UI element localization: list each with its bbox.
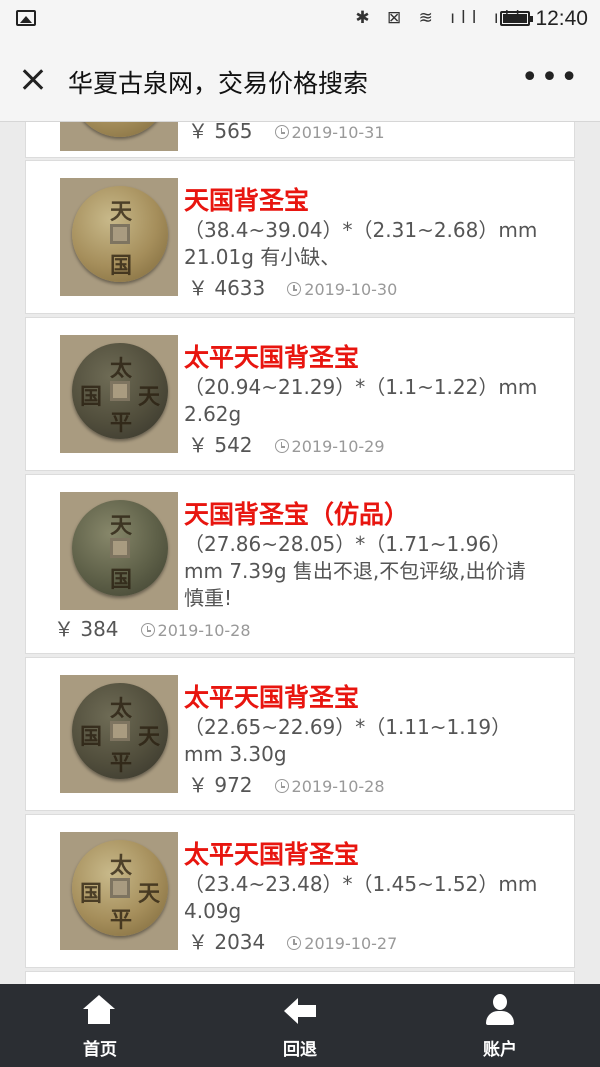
listing-card[interactable]: 太 天 平 国 太平天国背圣宝 （22.65~22.69）*（1.11~1.19… [25, 657, 575, 811]
listing-card[interactable]: 太 天 平 国 太平天国背圣宝 （23.4~23.48）*（1.45~1.52）… [25, 814, 575, 968]
nav-back-label: 回退 [283, 1040, 317, 1060]
listing-price: ￥ 4633 [188, 276, 266, 300]
listing-meta: ￥ 542 2019-10-29 [188, 429, 385, 458]
more-options-icon[interactable]: ••• [521, 60, 580, 95]
clock-icon [140, 623, 155, 637]
coin-thumbnail[interactable]: 太 天 平 国 [60, 335, 178, 453]
coin-thumbnail[interactable]: 天 国 [60, 178, 178, 296]
status-bar: ✱ ⊠ ≋ ıll ıll 12:40 [0, 0, 600, 38]
listing-date-wrap: 2019-10-30 [287, 280, 397, 299]
coin-thumbnail[interactable] [60, 122, 178, 151]
nav-account-button[interactable]: 账户 [400, 984, 600, 1067]
listing-meta: ￥ 565 2019-10-31 [188, 122, 385, 144]
listing-meta: ￥ 2034 2019-10-27 [188, 926, 397, 955]
listing-title[interactable]: 太平天国背圣宝 [184, 835, 359, 871]
listing-date-wrap: 2019-10-27 [287, 934, 397, 953]
listing-card[interactable]: 天 国 天国背圣宝 （38.4~39.04）*（2.31~2.68）mm 21.… [25, 160, 575, 314]
home-icon [83, 995, 115, 1025]
title-bar: 华夏古泉网，交易价格搜索 ••• [0, 38, 600, 122]
page-title: 华夏古泉网，交易价格搜索 [68, 69, 369, 98]
clock-icon [287, 936, 302, 950]
listing-date-wrap: 2019-10-28 [274, 777, 385, 796]
listing-price: ￥ 972 [188, 773, 253, 797]
listing-date: 2019-10-27 [304, 934, 398, 953]
listing-title[interactable]: 太平天国背圣宝 [184, 678, 359, 714]
nav-home-button[interactable]: 首页 [0, 984, 200, 1067]
listing-date: 2019-10-28 [291, 777, 385, 796]
clock-icon [274, 779, 289, 793]
listing-price: ￥ 542 [188, 433, 253, 457]
listing-price: ￥ 565 [188, 122, 253, 143]
clock-icon [274, 439, 289, 453]
clock-icon [274, 125, 289, 139]
back-arrow-icon [284, 998, 316, 1024]
status-time: 12:40 [535, 7, 588, 30]
listing-date-wrap: 2019-10-31 [274, 123, 385, 142]
listing-meta: ￥ 4633 2019-10-30 [188, 272, 397, 301]
listing-date: 2019-10-28 [157, 621, 251, 640]
listing-price: ￥ 2034 [188, 930, 266, 954]
listing-title[interactable]: 太平天国背圣宝 [184, 338, 359, 374]
listing-card[interactable]: 天 国 天国背圣宝（仿品） （27.86~28.05）*（1.71~1.96）m… [25, 474, 575, 654]
listing-meta: ￥ 972 2019-10-28 [188, 769, 385, 798]
listing-card[interactable]: ￥ 565 2019-10-31 [25, 122, 575, 158]
listing-price: ￥ 384 [54, 617, 119, 641]
listing-list[interactable]: ￥ 565 2019-10-31 天 国 天国背圣宝 （38.4~39.04）*（… [25, 122, 575, 984]
listing-spec: （23.4~23.48）*（1.45~1.52）mm 4.09g [184, 872, 538, 923]
listing-spec: （27.86~28.05）*（1.71~1.96）mm 7.39g 售出不退,不… [184, 532, 526, 610]
bottom-nav: 首页 回退 账户 [0, 984, 600, 1067]
listing-spec: （20.94~21.29）*（1.1~1.22）mm 2.62g [184, 375, 538, 426]
listing-date: 2019-10-29 [291, 437, 385, 456]
coin-thumbnail[interactable]: 太 天 平 国 [60, 832, 178, 950]
user-icon [485, 994, 515, 1026]
nav-home-label: 首页 [83, 1040, 117, 1060]
clock-icon [287, 282, 302, 296]
listing-date: 2019-10-31 [291, 123, 385, 142]
listing-title[interactable]: 天国背圣宝 [184, 181, 309, 217]
listing-title[interactable]: 天国背圣宝（仿品） [184, 495, 409, 531]
listing-spec: （22.65~22.69）*（1.11~1.19）mm 3.30g [184, 715, 512, 766]
listing-date-wrap: 2019-10-29 [274, 437, 385, 456]
listing-date-wrap: 2019-10-28 [140, 621, 251, 640]
listing-card[interactable]: 太 天 平 国 太平天国背圣宝 （20.94~21.29）*（1.1~1.22）… [25, 317, 575, 471]
listing-card[interactable] [25, 971, 575, 984]
battery-icon [500, 11, 533, 26]
listing-spec: （38.4~39.04）*（2.31~2.68）mm 21.01g 有小缺、 [184, 218, 538, 269]
nav-account-label: 账户 [483, 1040, 517, 1060]
coin-thumbnail[interactable]: 天 国 [60, 492, 178, 610]
gallery-icon [16, 10, 36, 26]
nav-back-button[interactable]: 回退 [200, 984, 400, 1067]
listing-meta: ￥ 384 2019-10-28 [54, 613, 251, 642]
listing-date: 2019-10-30 [304, 280, 398, 299]
coin-thumbnail[interactable]: 太 天 平 国 [60, 675, 178, 793]
close-icon[interactable] [16, 62, 52, 98]
